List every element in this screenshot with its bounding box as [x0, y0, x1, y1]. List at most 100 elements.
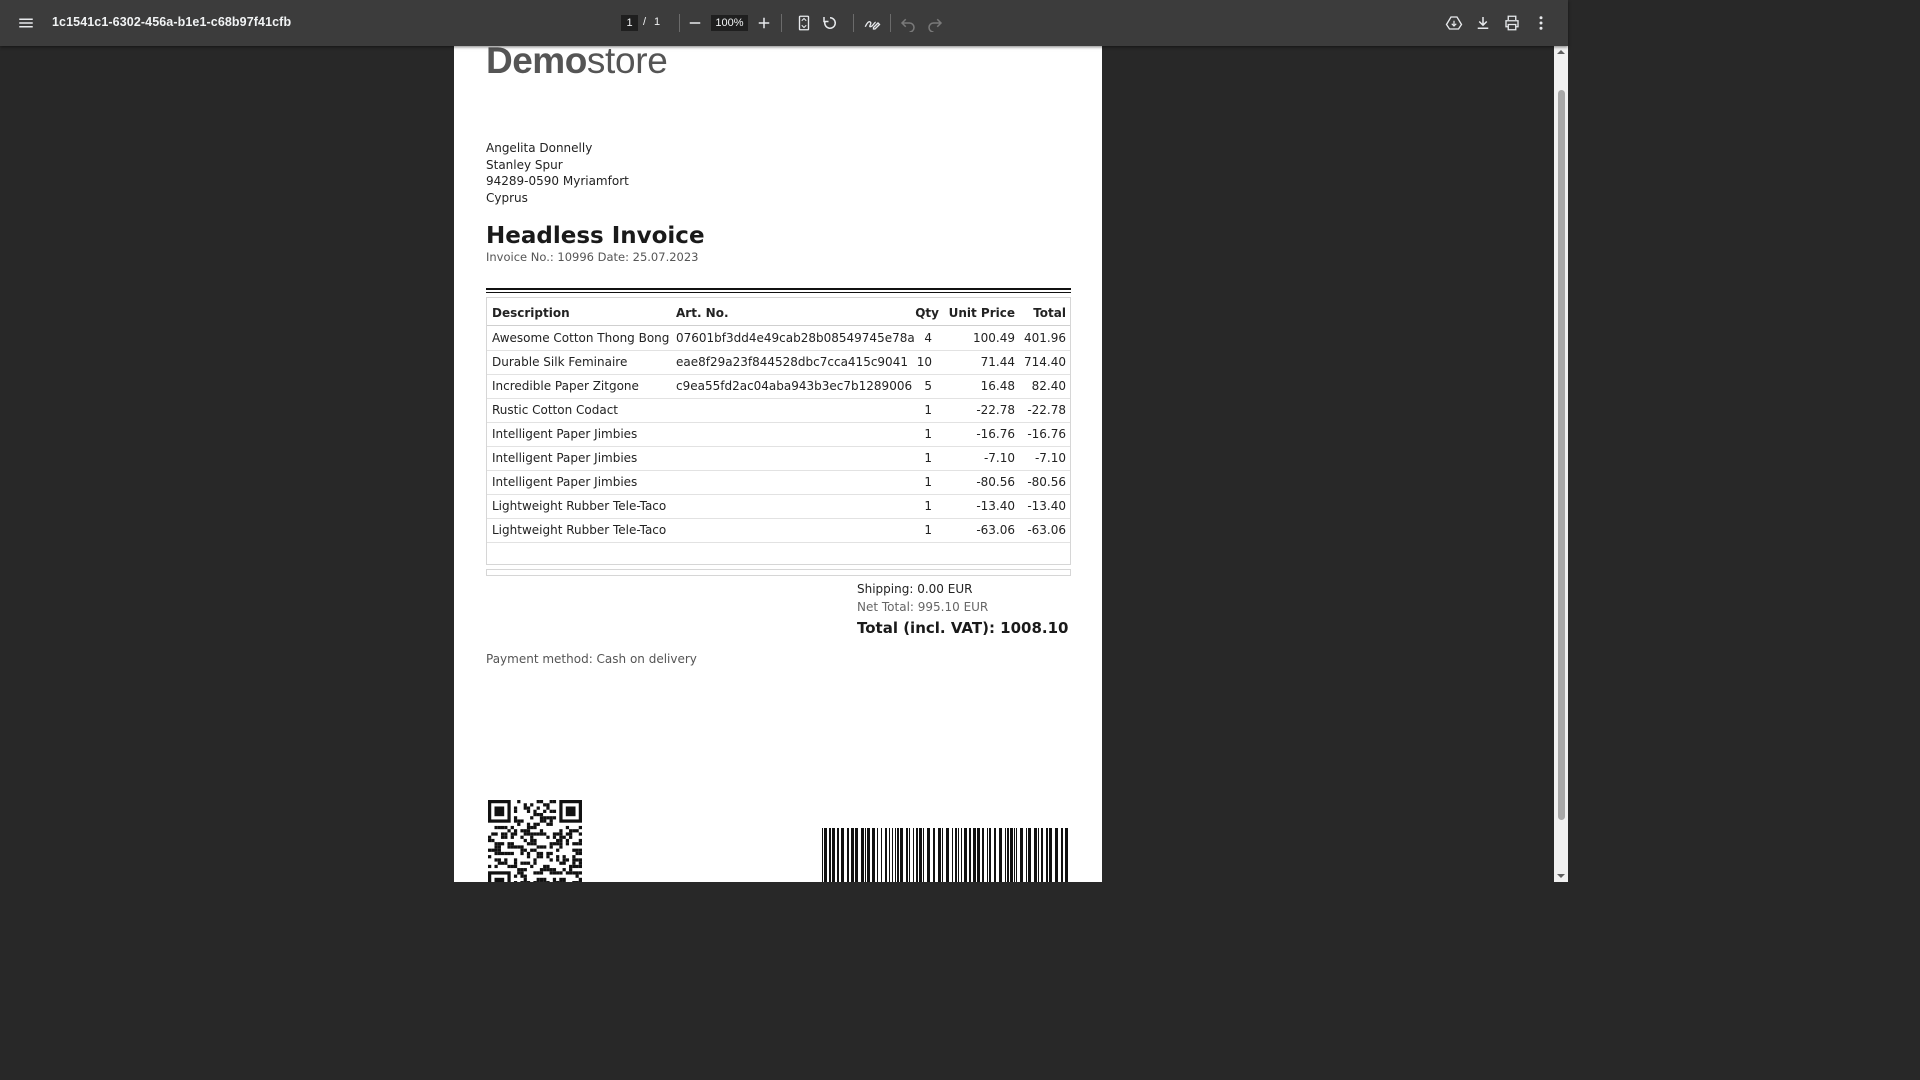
net-total: Net Total: 995.10 EUR	[857, 600, 989, 614]
logo-light-text: store	[586, 46, 668, 81]
more-vert-icon	[1539, 16, 1543, 30]
more-actions-button[interactable]	[1529, 11, 1553, 35]
cell-qty: 10	[916, 355, 932, 369]
plus-icon	[758, 17, 770, 29]
cell-total: -7.10	[1034, 451, 1066, 465]
cell-qty: 1	[924, 475, 932, 489]
scrollbar-thumb[interactable]	[1558, 90, 1565, 820]
column-header-art-no: Art. No.	[676, 306, 729, 320]
address-line: Angelita Donnelly	[486, 141, 593, 155]
menu-icon	[19, 18, 33, 28]
toolbar-divider	[890, 14, 891, 32]
cell-qty: 1	[924, 451, 932, 465]
table-row: Intelligent Paper Jimbies 1 -80.56 -80.56	[487, 470, 1070, 495]
document-title: 1c1541c1-6302-456a-b1e1-c68b97f41cfb	[52, 15, 292, 29]
table-row: Intelligent Paper Jimbies 1 -16.76 -16.76	[487, 422, 1070, 447]
cell-total: -13.40	[1027, 499, 1066, 513]
undo-icon	[900, 18, 915, 32]
download-button[interactable]	[1471, 11, 1495, 35]
page-number-input[interactable]: 1	[621, 15, 638, 31]
cell-description: Awesome Cotton Thong Bong	[492, 331, 670, 345]
table-row: Incredible Paper Zitgone c9ea55fd2ac04aba…	[487, 374, 1070, 399]
invoice-subtitle: Invoice No.: 10996 Date: 25.07.2023	[486, 250, 699, 264]
save-to-drive-icon	[1445, 16, 1463, 30]
qr-code	[488, 800, 582, 882]
table-row: Awesome Cotton Thong Bong 07601bf3dd4e49c…	[487, 326, 1070, 351]
toolbar-divider	[781, 14, 782, 32]
line-items-table: Description Art. No. Qty Unit Price Tota…	[486, 297, 1071, 565]
cell-qty: 1	[924, 427, 932, 441]
zoom-out-button[interactable]	[683, 11, 707, 35]
cell-description: Intelligent Paper Jimbies	[492, 427, 638, 441]
toolbar-divider	[853, 14, 854, 32]
demostore-logo: Demostore	[486, 46, 668, 82]
table-row: Lightweight Rubber Tele-Taco 1 -13.40 -13.4…	[487, 494, 1070, 519]
cell-total: 82.40	[1031, 379, 1066, 393]
pdf-toolbar: 1c1541c1-6302-456a-b1e1-c68b97f41cfb 1 /…	[0, 0, 1568, 46]
rotate-icon	[823, 17, 836, 29]
cell-total: 714.40	[1024, 355, 1066, 369]
fit-page-button[interactable]	[792, 11, 816, 35]
table-row: Rustic Cotton Codact 1 -22.78 -22.78	[487, 398, 1070, 423]
invoice-title: Headless Invoice	[486, 223, 705, 249]
page-separator: /	[643, 16, 647, 28]
cell-unit-price: -16.76	[976, 427, 1015, 441]
payment-method: Payment method: Cash on delivery	[486, 652, 697, 666]
shipping-amount: Shipping: 0.00 EUR	[857, 582, 973, 596]
cell-description: Lightweight Rubber Tele-Taco	[492, 499, 667, 513]
cell-unit-price: -63.06	[976, 523, 1015, 537]
draw-icon	[864, 21, 881, 30]
print-icon	[1505, 15, 1519, 31]
cell-qty: 4	[924, 331, 932, 345]
redo-button[interactable]	[923, 11, 947, 35]
cell-art-no: 07601bf3dd4e49cab28b08549745e78a	[676, 331, 915, 345]
minus-icon	[689, 22, 701, 24]
cell-qty: 1	[924, 403, 932, 417]
zoom-in-button[interactable]	[752, 11, 776, 35]
cell-description: Lightweight Rubber Tele-Taco	[492, 523, 667, 537]
cell-art-no: eae8f29a23f844528dbc7cca415c9041	[676, 355, 908, 369]
cell-qty: 1	[924, 523, 932, 537]
barcode	[822, 828, 1068, 882]
column-header-unit-price: Unit Price	[948, 306, 1015, 320]
fit-page-icon	[798, 15, 810, 31]
customer-address: Angelita Donnelly Stanley Spur 94289-059…	[486, 140, 629, 207]
table-bottom-rule	[486, 569, 1071, 576]
cell-total: -63.06	[1027, 523, 1066, 537]
download-icon	[1477, 17, 1489, 29]
cell-description: Incredible Paper Zitgone	[492, 379, 639, 393]
cell-total: -22.78	[1027, 403, 1066, 417]
cell-total: -80.56	[1027, 475, 1066, 489]
cell-qty: 1	[924, 499, 932, 513]
column-header-qty: Qty	[915, 306, 939, 320]
cell-description: Durable Silk Feminaire	[492, 355, 628, 369]
cell-total: -16.76	[1027, 427, 1066, 441]
table-header-row: Description Art. No. Qty Unit Price Tota…	[487, 298, 1070, 326]
cell-unit-price: -7.10	[983, 451, 1015, 465]
scroll-up-arrow-icon[interactable]	[1557, 48, 1565, 56]
cell-description: Intelligent Paper Jimbies	[492, 475, 638, 489]
rotate-button[interactable]	[818, 11, 842, 35]
grand-total: Total (incl. VAT): 1008.10	[857, 619, 1069, 637]
cell-description: Rustic Cotton Codact	[492, 403, 618, 417]
column-header-description: Description	[492, 306, 570, 320]
scroll-down-arrow-icon[interactable]	[1557, 872, 1565, 880]
cell-description: Intelligent Paper Jimbies	[492, 451, 638, 465]
undo-button[interactable]	[896, 11, 920, 35]
address-line: 94289-0590 Myriamfort	[486, 174, 629, 189]
cell-qty: 5	[924, 379, 932, 393]
table-row: Intelligent Paper Jimbies 1 -7.10 -7.10	[487, 446, 1070, 471]
address-line: Stanley Spur	[486, 157, 563, 172]
header-rule	[486, 292, 1071, 293]
table-row: Durable Silk Feminaire eae8f29a23f844528d…	[487, 350, 1070, 375]
menu-button[interactable]	[14, 11, 38, 35]
annotate-button[interactable]	[860, 11, 884, 35]
cell-unit-price: 16.48	[980, 379, 1015, 393]
page-total: 1	[654, 16, 661, 28]
save-to-drive-button[interactable]	[1442, 11, 1466, 35]
cell-total: 401.96	[1024, 331, 1066, 345]
column-header-total: Total	[1033, 306, 1066, 320]
cell-unit-price: 100.49	[973, 331, 1015, 345]
print-button[interactable]	[1500, 11, 1524, 35]
zoom-input[interactable]: 100%	[711, 15, 748, 31]
